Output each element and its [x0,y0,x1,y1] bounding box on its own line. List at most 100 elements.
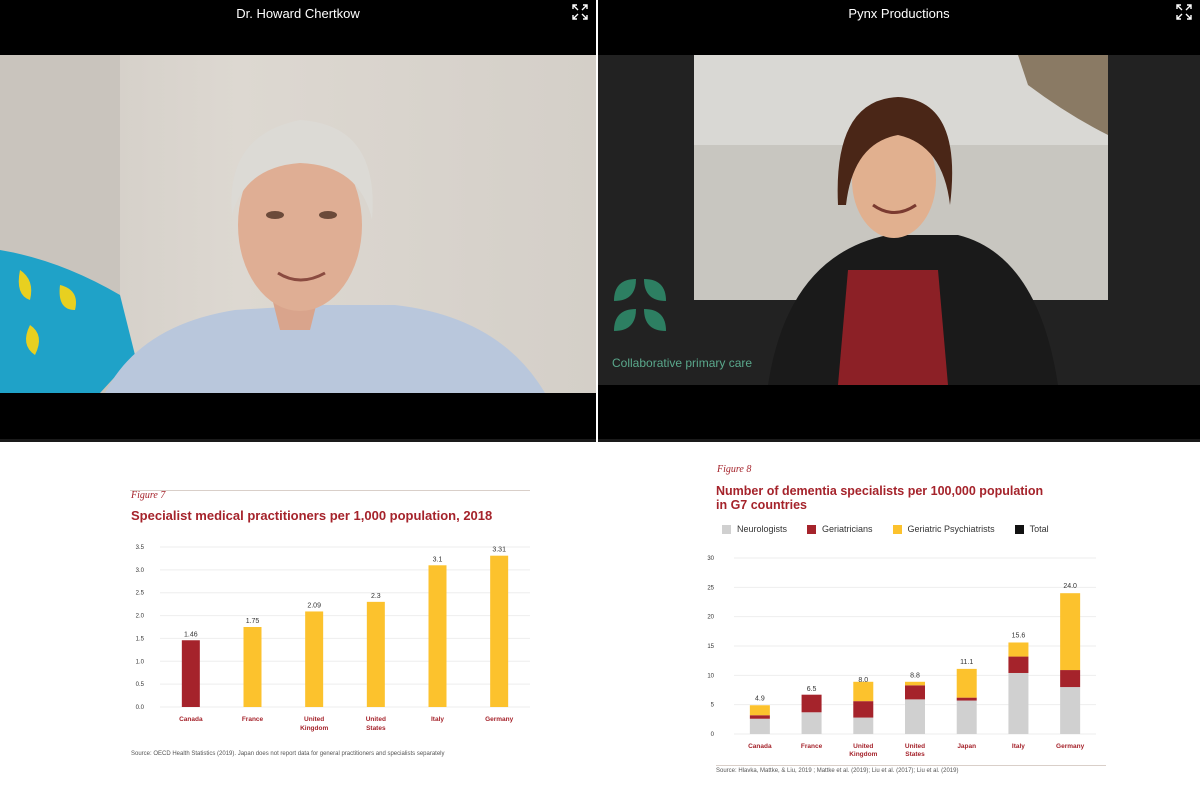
x-tick-label: France [801,743,823,750]
bar [428,565,447,707]
figure8-title-line1: Number of dementia specialists per 100,0… [716,484,1044,498]
bar-segment [853,701,874,718]
participant-name: Pynx Productions [848,6,950,21]
x-tick-label: Kingdom [849,751,877,758]
data-label: 2.3 [371,593,381,600]
video-tile-chertkow[interactable]: Dr. Howard Chertkow [0,0,596,442]
x-tick-label: Kingdom [300,725,328,732]
logo-tagline: Collaborative primary care [612,356,752,370]
bar [181,640,200,707]
bar-segment [801,712,822,734]
y-tick-label: 5 [711,703,715,709]
bar-segment [905,699,925,734]
x-tick-label: Canada [748,743,772,750]
y-tick-label: 30 [707,556,714,562]
x-tick-label: Canada [179,716,203,723]
figure8-chart: 0510152025304.9Canada6.5France8.0UnitedK… [707,556,1096,758]
x-tick-label: Italy [431,716,444,723]
x-tick-label: Germany [485,716,514,723]
bar [366,601,385,707]
video-tile-pynx[interactable]: Pynx Productions Collaborative primary c… [598,0,1200,442]
bar-segment [1008,656,1029,673]
bar-segment [749,705,770,716]
total-label: 6.5 [807,686,817,693]
figure7-title: Specialist medical practitioners per 1,0… [131,508,493,523]
x-tick-label: Germany [1056,743,1085,750]
bar-segment [905,685,925,700]
total-label: 8.0 [858,677,868,684]
figure8-source: Source: Hlavka, Mattke, & Liu, 2019 ; Ma… [716,768,959,774]
data-label: 2.09 [307,602,321,609]
legend-item-neurologists: Neurologists [722,524,787,534]
y-tick-label: 20 [707,615,714,621]
y-tick-label: 0.5 [136,682,145,688]
bar-segment [905,681,925,686]
x-tick-label: States [905,751,925,758]
bar-segment [1060,593,1081,671]
x-tick-label: United [304,716,324,723]
bar-segment [956,697,977,701]
bar [490,555,509,707]
y-tick-label: 10 [707,673,714,679]
y-tick-label: 3.0 [136,568,145,574]
y-tick-label: 1.5 [136,636,145,642]
participant-video: Collaborative primary care [598,55,1200,385]
total-label: 8.8 [910,672,920,679]
bar-segment [956,700,977,734]
figure-divider [716,765,1106,766]
bar-segment [1008,672,1029,734]
legend-item-geriatric-psychiatrists: Geriatric Psychiatrists [892,524,995,534]
figure8-title: Number of dementia specialists per 100,0… [716,484,1043,512]
x-tick-label: France [242,716,264,723]
y-tick-label: 2.0 [136,614,145,620]
figure8-title-line2: in G7 countries [716,498,807,512]
figure-divider [130,490,530,491]
x-tick-label: Italy [1012,743,1025,750]
bar [305,611,324,707]
participant-name: Dr. Howard Chertkow [236,6,360,21]
shared-slide: Figure 7 Specialist medical practitioner… [0,442,1200,812]
legend-item-total: Total [1014,524,1049,534]
total-label: 11.1 [960,659,973,666]
bar-segment [853,717,874,734]
data-label: 1.46 [184,631,198,638]
bar-segment [1060,670,1081,688]
bar-segment [749,718,770,734]
bar [243,627,262,707]
fullscreen-icon[interactable] [572,4,588,20]
figure8-label: Figure 8 [717,464,752,475]
shirt-shape [838,270,948,385]
figure7-chart: 0.0 0.5 1.0 1.5 2.0 2.5 3.0 3.5 1.46 Canada 1.75 Fr… [136,545,530,732]
bar-segment [749,715,770,719]
x-tick-label: United [853,743,873,750]
figure7-source: Source: OECD Health Statistics (2019). J… [131,751,445,757]
data-label: 3.1 [433,556,443,563]
bar-segment [956,668,977,698]
participant-video [0,55,596,393]
bar-segment [1060,687,1081,734]
total-label: 24.0 [1063,583,1077,590]
bar-segment [1008,642,1029,657]
y-tick-label: 25 [707,585,714,591]
bar-segment [853,681,874,702]
total-label: 15.6 [1012,632,1026,639]
figure8-legend: Neurologists Geriatricians Geriatric Psy… [722,524,1049,534]
y-tick-label: 0 [711,732,715,738]
x-tick-label: States [366,725,386,732]
legend-item-geriatricians: Geriatricians [807,524,873,534]
x-tick-label: United [905,743,925,750]
data-label: 1.75 [246,618,260,625]
figure7-label: Figure 7 [131,490,166,501]
y-tick-label: 0.0 [136,705,145,711]
y-tick-label: 2.5 [136,591,145,597]
bar-segment [801,694,822,713]
x-tick-label: United [366,716,386,723]
shirt-shape [105,305,545,393]
y-tick-label: 15 [707,644,714,650]
y-tick-label: 1.0 [136,659,145,665]
fullscreen-icon[interactable] [1176,4,1192,20]
y-tick-label: 3.5 [136,545,145,551]
total-label: 4.9 [755,695,765,702]
data-label: 3.31 [492,547,506,554]
x-tick-label: Japan [957,743,976,750]
